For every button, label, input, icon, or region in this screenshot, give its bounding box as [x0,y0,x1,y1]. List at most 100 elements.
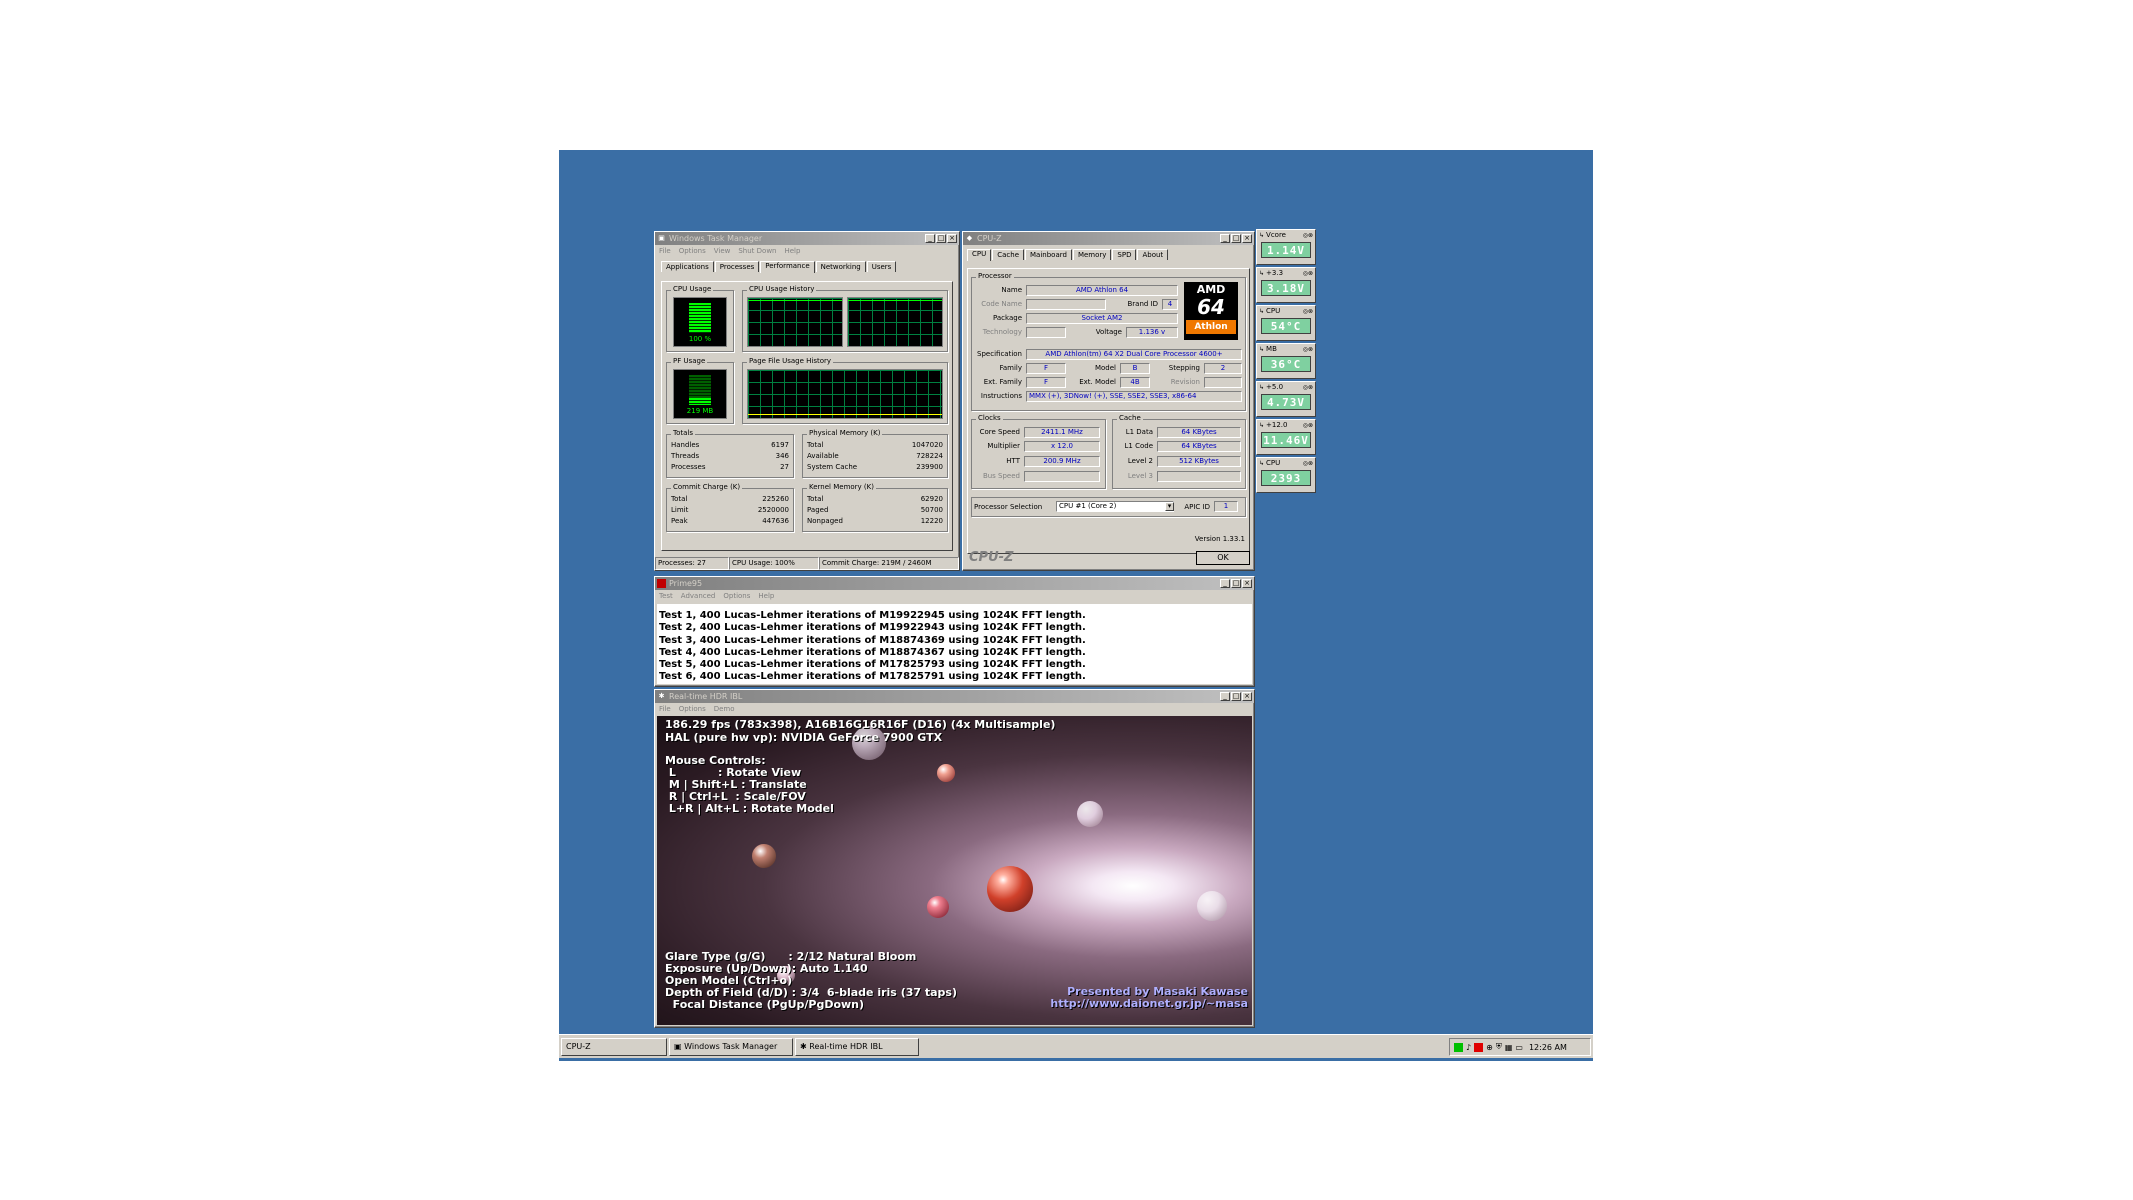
tray-monitor-icon[interactable] [1454,1042,1463,1052]
tab-processes[interactable]: Processes [714,261,760,272]
tray-shield-icon[interactable]: ⛨ [1496,1042,1502,1052]
hdr-credit-url[interactable]: http://www.daionet.gr.jp/~masa [1050,998,1248,1010]
hdr-device-text: HAL (pure hw vp): NVIDIA GeForce 7900 GT… [665,731,943,744]
taskbar-button-taskmgr[interactable]: ▣ Windows Task Manager [669,1038,793,1056]
gadget-cpu-fan[interactable]: ↳ CPU ◎⊗ 2393 [1256,457,1316,493]
tray-display-icon[interactable]: ▦ [1505,1043,1513,1052]
gadget-3v3-value: 3.18V [1261,280,1311,296]
menu-options[interactable]: Options [679,245,706,257]
menu-view[interactable]: View [714,245,731,257]
tab-cpu[interactable]: CPU [967,249,992,261]
gadget-5v[interactable]: ↳ +5.0 ◎⊗ 4.73V [1256,381,1316,417]
hdr-ibl-window[interactable]: ✱ Real-time HDR IBL _ □ × File Options Dem… [654,689,1255,1028]
gadget-settings-icon[interactable]: ◎⊗ [1303,460,1313,467]
maximize-button[interactable]: □ [1231,692,1241,701]
menu-demo[interactable]: Demo [714,703,735,715]
family-label: Family [999,364,1022,372]
tab-cache[interactable]: Cache [992,249,1025,260]
gadget-settings-icon[interactable]: ◎⊗ [1303,308,1313,315]
gadget-settings-icon[interactable]: ◎⊗ [1303,422,1313,429]
tab-memory[interactable]: Memory [1072,249,1112,260]
maximize-button[interactable]: □ [936,234,946,243]
task-manager-titlebar[interactable]: ▣ Windows Task Manager _ □ × [655,232,959,245]
gadget-vcore[interactable]: ↳ Vcore ◎⊗ 1.14V [1256,229,1316,265]
gadget-settings-icon[interactable]: ◎⊗ [1303,384,1313,391]
gadget-3v3[interactable]: ↳ +3.3 ◎⊗ 3.18V [1256,267,1316,303]
stepping-value: 2 [1204,363,1242,374]
menu-help[interactable]: Help [784,245,800,257]
gadget-settings-icon[interactable]: ◎⊗ [1303,346,1313,353]
tab-performance[interactable]: Performance [760,261,815,273]
menu-options[interactable]: Options [723,590,750,602]
gadget-settings-icon[interactable]: ◎⊗ [1303,270,1313,277]
cpu-usage-value: 100 % [688,335,712,343]
htt-label: HTT [1006,457,1020,465]
clocks-group: Clocks Core Speed 2411.1 MHz Multiplier … [971,414,1106,489]
gadget-cpu-fan-name: CPU [1266,459,1281,467]
taskbar-button-cpuz[interactable]: CPU-Z [561,1038,667,1056]
tray-clock[interactable]: 12:26 AM [1529,1043,1567,1052]
taskbar-button-hdr[interactable]: ✱ Real-time HDR IBL [795,1038,919,1056]
package-label: Package [992,314,1022,322]
brandid-label: Brand ID [1127,300,1158,308]
menu-file[interactable]: File [659,703,671,715]
tab-applications[interactable]: Applications [661,261,714,272]
threads-value: 346 [775,452,789,460]
tab-about[interactable]: About [1137,249,1169,260]
chevron-down-icon[interactable]: ▾ [1165,502,1174,511]
cache-group-title: Cache [1117,414,1143,422]
gadget-vcore-value: 1.14V [1261,242,1311,258]
gadget-cpu-temp[interactable]: ↳ CPU ◎⊗ 54°C [1256,305,1316,341]
physical-memory-title: Physical Memory (K) [807,429,883,437]
core-speed-label: Core Speed [979,428,1020,436]
close-button[interactable]: × [1242,692,1252,701]
prime95-window[interactable]: Prime95 _ □ × Test Advanced Options Help T… [654,576,1255,687]
menu-advanced[interactable]: Advanced [681,590,716,602]
hdr-render-viewport[interactable]: 186.29 fps (783x398), A16B16G16R16F (D16… [657,716,1252,1025]
processor-group-title: Processor [976,272,1014,280]
gadget-12v[interactable]: ↳ +12.0 ◎⊗ 11.46V [1256,419,1316,455]
tray-volume-icon[interactable]: ♪ [1466,1043,1471,1052]
task-manager-window[interactable]: ▣ Windows Task Manager _ □ × File Options … [654,231,960,571]
handles-value: 6197 [771,441,789,449]
clocks-group-title: Clocks [976,414,1003,422]
tab-mainboard[interactable]: Mainboard [1025,249,1072,260]
tab-users[interactable]: Users [866,261,897,272]
system-tray: ♪ ⊕ ⛨ ▦ ▭ 12:26 AM [1449,1038,1591,1056]
cpuz-titlebar[interactable]: ◆ CPU-Z _ □ × [963,232,1254,245]
taskbar-button-label: Real-time HDR IBL [809,1042,883,1051]
bubble-sphere [1077,801,1103,827]
threads-label: Threads [671,452,700,460]
menu-test[interactable]: Test [659,590,673,602]
tray-network-icon[interactable]: ⊕ [1486,1043,1493,1052]
l1-data-value: 64 KBytes [1157,427,1241,438]
minimize-button[interactable]: _ [1220,234,1230,243]
menu-help[interactable]: Help [758,590,774,602]
minimize-button[interactable]: _ [1220,579,1230,588]
processor-selection-select[interactable]: CPU #1 (Core 2) [1056,501,1174,512]
close-button[interactable]: × [1242,234,1252,243]
cpuz-window[interactable]: ◆ CPU-Z _ □ × CPU Cache Mainboard Memory S… [962,231,1255,571]
maximize-button[interactable]: □ [1231,579,1241,588]
gadget-settings-icon[interactable]: ◎⊗ [1303,232,1313,239]
minimize-button[interactable]: _ [925,234,935,243]
hdr-icon: ✱ [800,1042,810,1051]
tray-folder-icon[interactable]: ▭ [1515,1043,1523,1052]
menu-shutdown[interactable]: Shut Down [738,245,776,257]
menu-file[interactable]: File [659,245,671,257]
prime95-titlebar[interactable]: Prime95 _ □ × [655,577,1254,590]
minimize-button[interactable]: _ [1220,692,1230,701]
cpu-usage-meter: 100 % [673,297,727,347]
gadget-mb-temp[interactable]: ↳ MB ◎⊗ 36°C [1256,343,1316,379]
tab-spd[interactable]: SPD [1112,249,1137,260]
cpuz-brand-text: CPU-Z [969,550,1014,565]
level3-label: Level 3 [1127,472,1153,480]
menu-options[interactable]: Options [679,703,706,715]
tray-prime95-icon[interactable] [1474,1042,1484,1052]
close-button[interactable]: × [947,234,957,243]
ok-button[interactable]: OK [1196,551,1250,565]
hdr-titlebar[interactable]: ✱ Real-time HDR IBL _ □ × [655,690,1254,703]
tab-networking[interactable]: Networking [815,261,866,272]
close-button[interactable]: × [1242,579,1252,588]
maximize-button[interactable]: □ [1231,234,1241,243]
